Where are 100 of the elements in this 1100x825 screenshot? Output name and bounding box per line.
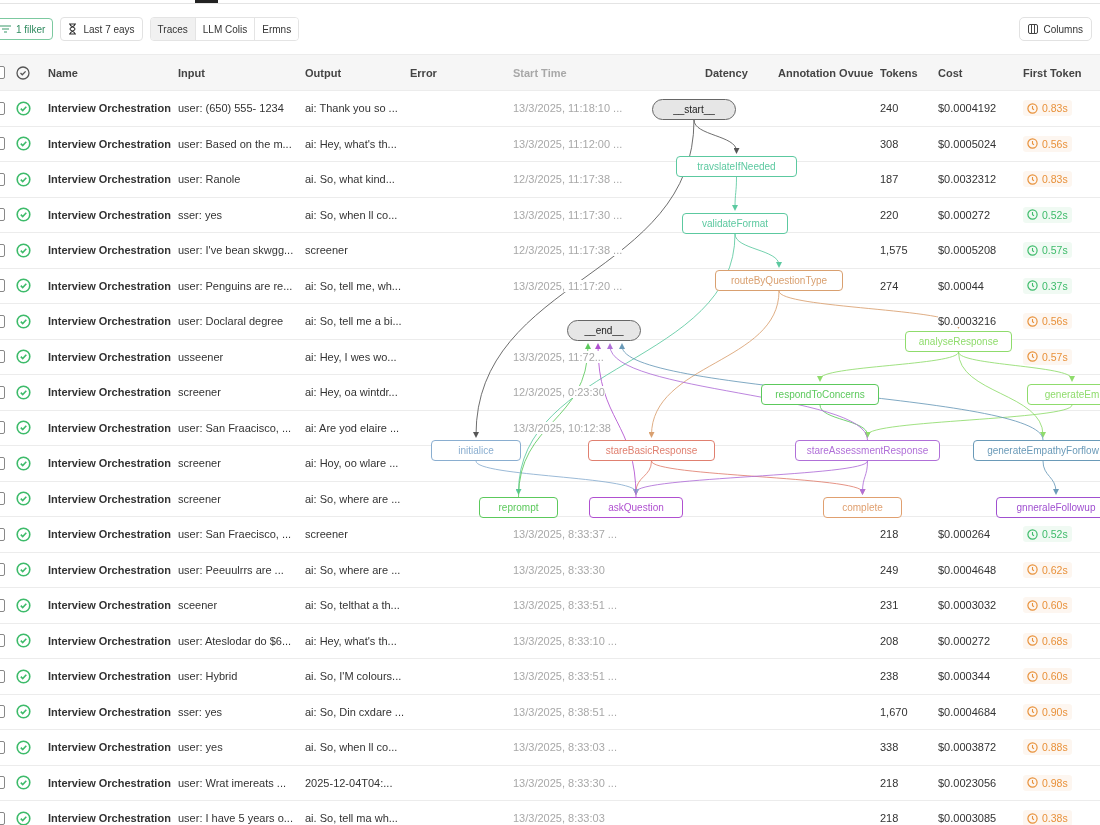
first-token-badge: 0.83s <box>1023 171 1072 188</box>
table-cell: user: (650) 555- 1234 <box>178 102 284 115</box>
table-cell: ai: So, tell me a bi... <box>305 315 402 328</box>
table-cell: 13/3/2025, 8:33:10 ... <box>513 634 617 647</box>
graph-node: stareBasicResponse <box>588 440 715 461</box>
table-cell: user: Based on the m... <box>178 137 292 150</box>
table-cell: screener <box>305 528 348 541</box>
column-header: Datency <box>705 66 748 79</box>
table-cell: screener <box>305 244 348 257</box>
table-cell: 13/3/2025, 11:18:10 ... <box>513 102 623 115</box>
table-cell: user: I've bean skwgg... <box>178 244 294 257</box>
table-cell: 13/3/2025, 10:12:38 <box>513 421 611 434</box>
table-cell: user: Doclaral degree <box>178 315 284 328</box>
table-cell: Interview Orchestration <box>48 350 171 363</box>
table-cell: 13/3/2025, 8:33:51 ... <box>513 670 617 683</box>
table-cell: ai: So, Din cxdare ... <box>305 705 405 718</box>
table-cell: $0.0004684 <box>938 705 997 718</box>
graph-node: generateEmpathyForflow <box>973 440 1100 461</box>
table-cell: user: Ateslodar do $6... <box>178 634 292 647</box>
table-cell: 13/3/2025, 8:33:30 <box>513 563 605 576</box>
success-check-icon <box>16 313 31 329</box>
table-cell: 238 <box>880 670 899 683</box>
filter-button[interactable]: 1 filker <box>0 18 54 40</box>
table-cell: $0.000264 <box>938 528 990 541</box>
table-cell: ai: Thank you so ... <box>305 102 398 115</box>
first-token-badge: 0.38s <box>1023 810 1072 825</box>
table-cell: ai: Hey, what's th... <box>305 137 397 150</box>
clock-icon <box>1027 138 1038 150</box>
columns-button[interactable]: Columns <box>1018 17 1092 41</box>
success-check-icon <box>16 668 31 684</box>
table-cell: 13/3/2025, 8:33:30 ... <box>513 776 617 789</box>
filter-icon <box>0 25 11 33</box>
success-check-icon <box>16 349 31 365</box>
date-range-button[interactable]: Last 7 eays <box>60 17 143 41</box>
table-cell: screener <box>178 492 221 505</box>
graph-edge <box>1042 460 1059 495</box>
success-check-icon <box>16 100 31 116</box>
view-tab[interactable]: Traces <box>150 18 196 40</box>
table-cell: Interview Orchestration <box>48 563 171 576</box>
table-cell: Interview Orchestration <box>48 492 171 505</box>
clock-icon <box>1027 599 1038 611</box>
table-cell: $0.000272 <box>938 208 990 221</box>
table-cell: screener <box>178 457 221 470</box>
first-token-badge: 0.52s <box>1023 206 1072 223</box>
first-token-badge: 0.60s <box>1023 668 1072 685</box>
table-cell: Interview Orchestration <box>48 741 171 754</box>
table-cell: Interview Orchestration <box>48 421 171 434</box>
clock-icon <box>1027 528 1038 540</box>
status-icon <box>16 65 30 80</box>
clock-icon <box>1027 280 1038 292</box>
success-check-icon <box>16 278 31 294</box>
first-token-badge: 0.83s <box>1023 100 1072 117</box>
table-cell: 187 <box>880 173 899 186</box>
table-cell: $0.0005208 <box>938 244 997 257</box>
success-check-icon <box>16 455 31 471</box>
table-cell: 308 <box>880 137 899 150</box>
table-cell: 13/3/2025, 8:33:03 <box>513 812 605 825</box>
table-cell: Interview Orchestration <box>48 634 171 647</box>
clock-icon <box>1027 244 1038 256</box>
table-cell: ai. So, what kind... <box>305 173 395 186</box>
clock-icon <box>1027 777 1038 789</box>
table-cell: 12/3/2025, 11:17:38 ... <box>513 244 623 257</box>
table-cell: user: Hybrid <box>178 670 238 683</box>
table-cell: 240 <box>880 102 899 115</box>
first-token-badge: 0.62s <box>1023 561 1072 578</box>
clock-icon <box>1027 102 1038 114</box>
success-check-icon <box>16 526 31 542</box>
table-cell: 12/3/2025, 0:23:30 <box>513 386 605 399</box>
first-token-badge: 0.60s <box>1023 597 1072 614</box>
table-cell: 220 <box>880 208 899 221</box>
table-cell: Interview Orchestration <box>48 279 171 292</box>
table-cell: Interview Orchestration <box>48 208 171 221</box>
graph-node: respondToConcerns <box>761 384 879 405</box>
table-cell: $0.0003085 <box>938 812 997 825</box>
table-cell: usseener <box>178 350 224 363</box>
table-cell: Interview Orchestration <box>48 528 171 541</box>
table-cell: ai: Hey, I wes wo... <box>305 350 397 363</box>
column-header: First Token <box>1023 66 1082 79</box>
table-cell: 338 <box>880 741 899 754</box>
table-cell: $0.0004648 <box>938 563 997 576</box>
table-cell: Interview Orchestration <box>48 244 171 257</box>
clock-icon <box>1027 209 1038 221</box>
table-cell: Interview Orchestration <box>48 315 171 328</box>
clock-icon <box>1027 564 1038 576</box>
table-cell: ai: So, tell me, wh... <box>305 279 401 292</box>
graph-node: travslateIfNeeded <box>676 156 797 177</box>
clock-icon <box>1027 173 1038 185</box>
graph-node: reprompt <box>479 497 558 518</box>
table-cell: user: yes <box>178 741 223 754</box>
table-cell: 13/3/2025, 11:17:20 ... <box>513 279 623 292</box>
success-check-icon <box>16 491 31 507</box>
graph-node: gnneraleFollowup <box>996 497 1100 518</box>
table-cell: $0.0004192 <box>938 102 997 115</box>
table-cell: sser: yes <box>178 705 222 718</box>
column-header: Output <box>305 66 342 79</box>
table-cell: 12/3/2025, 11:17:38 ... <box>513 173 623 186</box>
success-check-icon <box>16 633 31 649</box>
success-check-icon <box>16 739 31 755</box>
table-cell: ai: So, when ll co... <box>305 208 398 221</box>
first-token-badge: 0.90s <box>1023 703 1072 720</box>
